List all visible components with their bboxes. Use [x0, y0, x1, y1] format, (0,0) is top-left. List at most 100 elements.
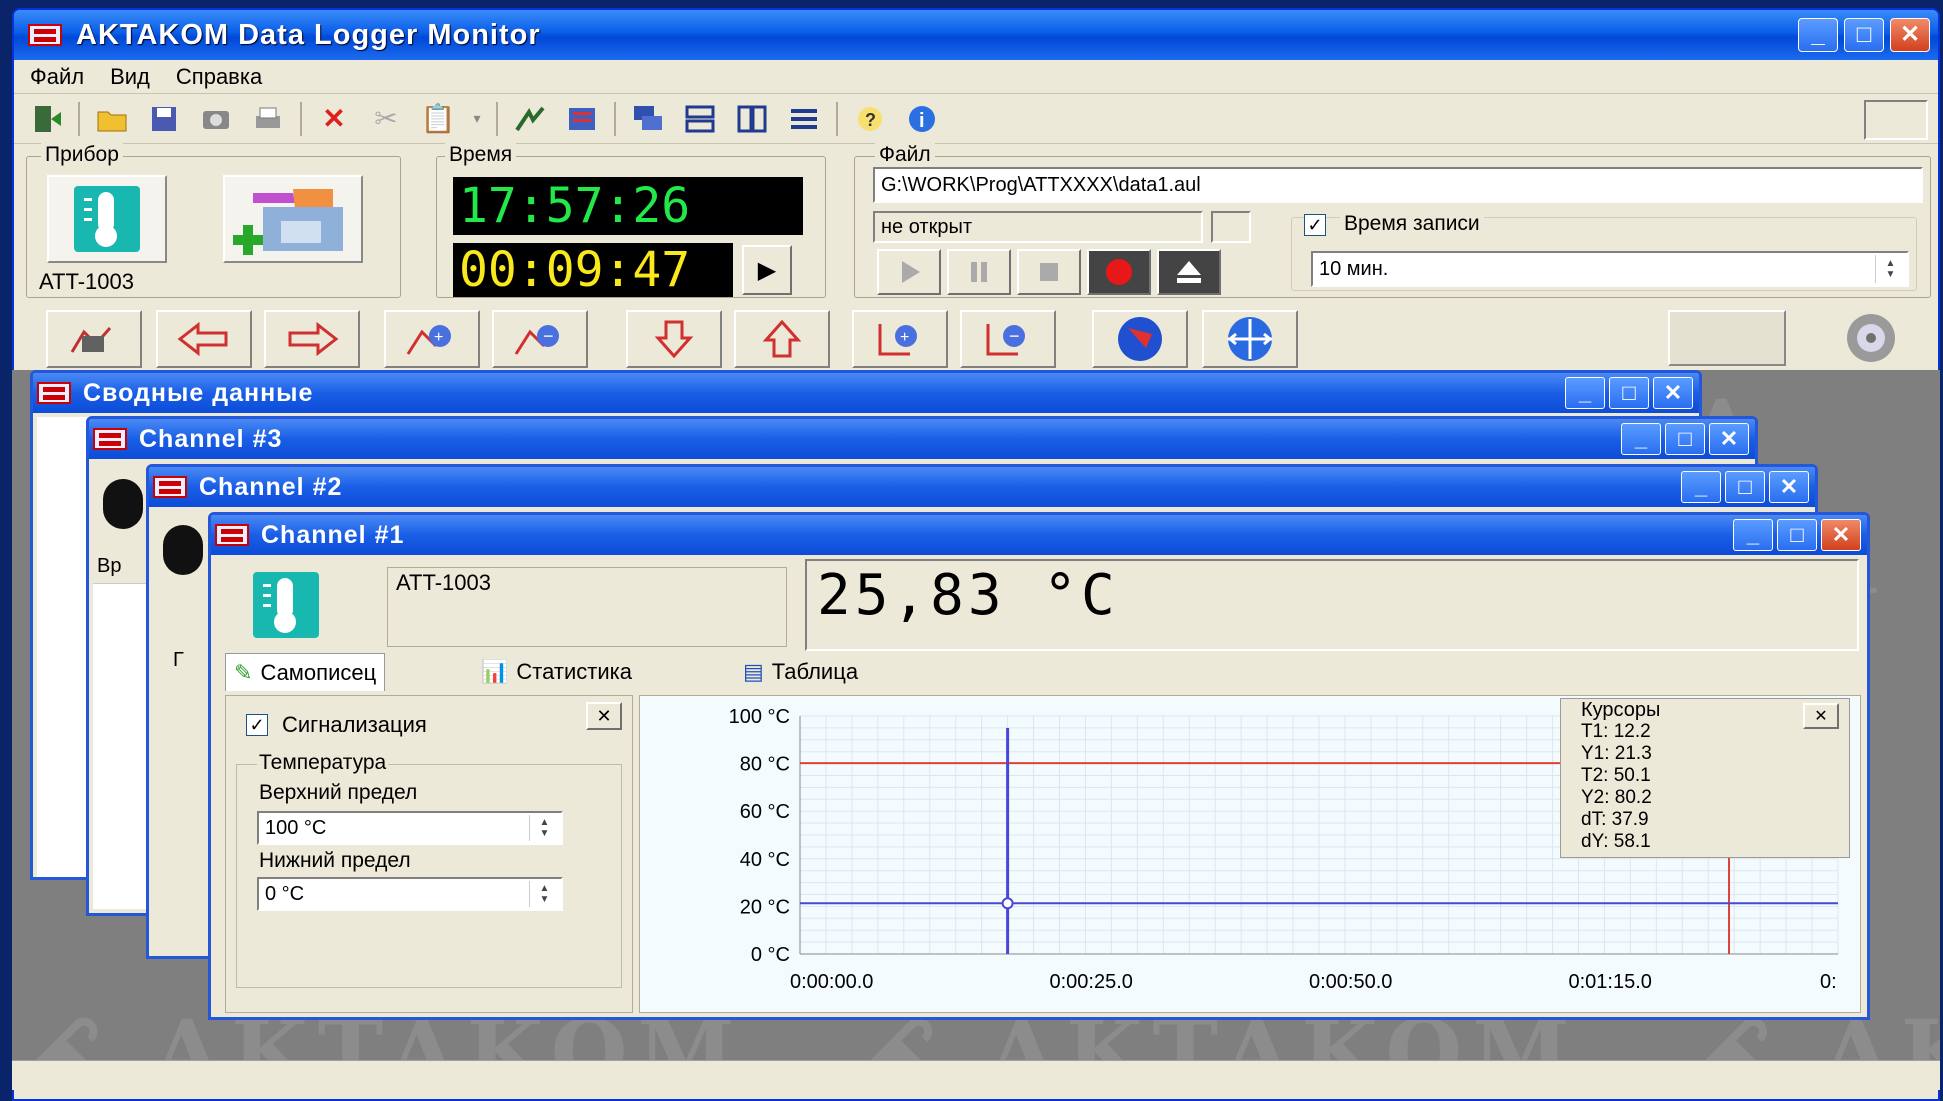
lower-limit-input[interactable]: 0 °C ▲ ▼: [257, 877, 563, 911]
channel1-device: ATT-1003: [396, 570, 491, 595]
file-path-field[interactable]: G:\WORK\Prog\ATTXXXX\data1.aul: [873, 167, 1923, 203]
record-button[interactable]: [1087, 249, 1151, 295]
help-icon[interactable]: ?: [850, 99, 890, 139]
open-folder-icon[interactable]: [92, 99, 132, 139]
channel3-title-bar[interactable]: Channel #3 _ □ ✕: [89, 419, 1755, 459]
add-device-icon[interactable]: [223, 175, 363, 263]
zoom-in-y-button[interactable]: +: [852, 310, 948, 368]
lower-limit-spinner-icon[interactable]: ▲ ▼: [529, 881, 559, 907]
channel3-fragment: Вр: [97, 555, 122, 577]
print-icon[interactable]: [248, 99, 288, 139]
channel2-minimize-button[interactable]: _: [1681, 471, 1721, 503]
chart-area[interactable]: 100 °C 80 °C 60 °C 40 °C 20 °C 0 °C 0:00:00.0 0…: [639, 695, 1861, 1013]
scroll-right-button[interactable]: [264, 310, 360, 368]
menu-file[interactable]: Файл: [30, 64, 84, 90]
device-panel: Прибор ATT-1003: [26, 143, 401, 298]
save-icon[interactable]: [144, 99, 184, 139]
time-panel-label: Время: [445, 143, 517, 167]
record-time-spinner-icon[interactable]: ▲ ▼: [1875, 255, 1905, 283]
zoom-out-x-button[interactable]: −: [492, 310, 588, 368]
scroll-down-button[interactable]: [626, 310, 722, 368]
channel1-title-bar[interactable]: Channel #1 _ □ ✕: [211, 515, 1867, 555]
channel2-close-button[interactable]: ✕: [1769, 471, 1809, 503]
cursor-dt: dT: 37.9: [1581, 809, 1649, 830]
channel1-title: Channel #1: [261, 520, 405, 549]
channel2-maximize-button[interactable]: □: [1725, 471, 1765, 503]
close-button[interactable]: ✕: [1890, 18, 1930, 52]
record-time-checkbox[interactable]: ✓: [1304, 214, 1326, 236]
channel3-close-button[interactable]: ✕: [1709, 423, 1749, 455]
menu-view[interactable]: Вид: [110, 64, 150, 90]
cursors-close-button[interactable]: ✕: [1803, 703, 1839, 729]
disc-icon[interactable]: [1836, 310, 1906, 366]
tab-table[interactable]: ▤ Таблица: [735, 653, 866, 691]
upper-limit-spinner-icon[interactable]: ▲ ▼: [529, 815, 559, 841]
channel1-maximize-button[interactable]: □: [1777, 519, 1817, 551]
zoom-in-x-button[interactable]: +: [384, 310, 480, 368]
tile-vertical-icon[interactable]: [732, 99, 772, 139]
channel3-dial-icon: [103, 479, 143, 529]
device-settings-icon[interactable]: [510, 99, 550, 139]
thermometer-icon[interactable]: [47, 175, 167, 263]
svg-text:+: +: [900, 329, 909, 346]
info-icon[interactable]: i: [902, 99, 942, 139]
alarm-checkbox[interactable]: ✓: [246, 714, 268, 736]
scroll-left-button[interactable]: [156, 310, 252, 368]
title-bar[interactable]: AKTAKOM Data Logger Monitor _ □ ✕: [14, 10, 1938, 60]
exit-icon[interactable]: [26, 99, 66, 139]
cursor-y1: Y1: 21.3: [1581, 743, 1652, 764]
menu-help[interactable]: Справка: [176, 64, 262, 90]
channel1-reading: 25,83 °C: [817, 563, 1119, 628]
tile-horizontal-icon[interactable]: [680, 99, 720, 139]
tab-statistics[interactable]: 📊 Статистика: [473, 653, 640, 691]
record-time-select[interactable]: 10 мин. ▲ ▼: [1311, 251, 1909, 287]
autoscale-button[interactable]: [1202, 310, 1298, 368]
cursor-t1: T1: 12.2: [1581, 721, 1651, 742]
upper-limit-input[interactable]: 100 °C ▲ ▼: [257, 811, 563, 845]
alarm-close-button[interactable]: ✕: [586, 702, 622, 730]
camera-icon[interactable]: [196, 99, 236, 139]
svg-text:+: +: [434, 329, 443, 346]
file-panel-label: Файл: [875, 143, 935, 167]
aktakom-logo-icon: [93, 424, 133, 454]
summary-close-button[interactable]: ✕: [1653, 377, 1693, 409]
table-tab-icon: ▤: [743, 659, 764, 684]
play-record-button[interactable]: [877, 249, 941, 295]
chart-settings-button[interactable]: [46, 310, 142, 368]
summary-title-bar[interactable]: Сводные данные _ □ ✕: [33, 373, 1699, 413]
cut-icon[interactable]: ✂: [366, 99, 406, 139]
summary-minimize-button[interactable]: _: [1565, 377, 1605, 409]
toolbar-blank-box: [1864, 100, 1928, 140]
channel1-minimize-button[interactable]: _: [1733, 519, 1773, 551]
svg-text:?: ?: [865, 110, 876, 130]
aktakom-logo-icon: [37, 378, 77, 408]
channel1-window[interactable]: Channel #1 _ □ ✕ ATT-1003 25,83 °C ✎ Самопи…: [208, 512, 1870, 1020]
cascade-icon[interactable]: [628, 99, 668, 139]
marker-button[interactable]: [1092, 310, 1188, 368]
channel2-title-bar[interactable]: Channel #2 _ □ ✕: [149, 467, 1815, 507]
zoom-out-y-button[interactable]: −: [960, 310, 1056, 368]
play-time-button[interactable]: ▶: [742, 245, 792, 295]
menu-bar: Файл Вид Справка: [14, 60, 1938, 94]
channels-icon[interactable]: [562, 99, 602, 139]
summary-maximize-button[interactable]: □: [1609, 377, 1649, 409]
eject-button[interactable]: [1157, 249, 1221, 295]
minimize-button[interactable]: _: [1798, 18, 1838, 52]
tab-recorder[interactable]: ✎ Самописец: [225, 653, 386, 691]
paste-icon[interactable]: 📋: [418, 99, 458, 139]
pause-button[interactable]: [947, 249, 1011, 295]
cursor-y2: Y2: 80.2: [1581, 787, 1652, 808]
channel1-close-button[interactable]: ✕: [1821, 519, 1861, 551]
y-tick-label: 0 °C: [751, 944, 790, 966]
stop-button[interactable]: [1017, 249, 1081, 295]
channel3-maximize-button[interactable]: □: [1665, 423, 1705, 455]
delete-icon[interactable]: ✕: [314, 99, 354, 139]
dropdown-arrow-icon[interactable]: ▾: [470, 99, 484, 139]
x-tick-label: 0:00:00.0: [790, 971, 873, 993]
arrange-icon[interactable]: [784, 99, 824, 139]
scroll-up-button[interactable]: [734, 310, 830, 368]
statistics-tab-icon: 📊: [481, 659, 509, 684]
maximize-button[interactable]: □: [1844, 18, 1884, 52]
channel3-minimize-button[interactable]: _: [1621, 423, 1661, 455]
file-status-extra: [1211, 211, 1251, 243]
